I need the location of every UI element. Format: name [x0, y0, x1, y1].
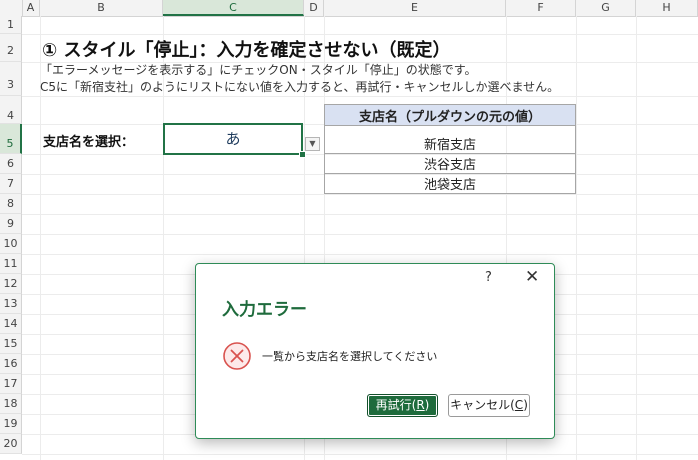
column-header-h[interactable]: H: [636, 0, 698, 16]
fill-handle[interactable]: [299, 151, 306, 158]
column-header-d[interactable]: D: [304, 0, 324, 16]
row-header-13[interactable]: 13: [0, 294, 22, 314]
row-header-19[interactable]: 19: [0, 414, 22, 434]
row-header-8[interactable]: 8: [0, 194, 22, 214]
column-header-g[interactable]: G: [576, 0, 636, 16]
retry-label: 再試行(: [375, 398, 417, 412]
list-item[interactable]: 新宿支店: [324, 125, 576, 154]
grid-line: [22, 454, 698, 455]
retry-button[interactable]: 再試行(R): [367, 394, 438, 417]
input-error-dialog: ? ✕ 入力エラー 一覧から支店名を選択してください 再試行(R) キャンセル(…: [195, 263, 555, 439]
select-all-corner[interactable]: [0, 0, 23, 16]
description-line-2: C5に「新宿支社」のようにリストにない値を入力すると、再試行・キャンセルしか選べ…: [40, 80, 560, 94]
row-header-6[interactable]: 6: [0, 154, 22, 174]
chevron-down-icon: ▼: [309, 139, 316, 148]
cancel-label-close: ): [523, 398, 528, 412]
column-header-f[interactable]: F: [506, 0, 576, 16]
row-header-17[interactable]: 17: [0, 374, 22, 394]
row-header-20[interactable]: 20: [0, 434, 22, 454]
grid-line: [22, 34, 698, 35]
help-icon[interactable]: ?: [485, 270, 492, 285]
row-header-3[interactable]: 3: [0, 62, 22, 96]
dropdown-button[interactable]: ▼: [305, 137, 320, 151]
branch-list-table: 支店名（プルダウンの元の値） 新宿支店 渋谷支店 池袋支店: [324, 104, 576, 194]
dialog-title: 入力エラー: [222, 300, 307, 320]
grid-line: [22, 254, 698, 255]
list-item[interactable]: 渋谷支店: [324, 153, 576, 174]
row-header-12[interactable]: 12: [0, 274, 22, 294]
grid-line: [22, 96, 698, 97]
list-item[interactable]: 池袋支店: [324, 173, 576, 194]
branch-input-cell[interactable]: あ: [163, 123, 303, 155]
grid-line: [22, 214, 698, 215]
column-header-e[interactable]: E: [324, 0, 506, 16]
row-header-16[interactable]: 16: [0, 354, 22, 374]
retry-accelerator-key: R: [416, 398, 425, 412]
row-header-10[interactable]: 10: [0, 234, 22, 254]
retry-label-close: ): [424, 398, 430, 412]
row-header-4[interactable]: 4: [0, 96, 22, 124]
row-header-1[interactable]: 1: [0, 16, 22, 34]
column-header-bar: A B C D E F G H: [0, 0, 698, 17]
grid-line: [22, 234, 698, 235]
row-header-14[interactable]: 14: [0, 314, 22, 334]
row-header-7[interactable]: 7: [0, 174, 22, 194]
sheet-title: ① スタイル「停止」：入力を確定させない（既定）: [42, 40, 451, 61]
row-header-5[interactable]: 5: [0, 124, 22, 154]
row-header-15[interactable]: 15: [0, 334, 22, 354]
select-branch-label: 支店名を選択：: [43, 135, 135, 150]
column-header-a[interactable]: A: [22, 0, 40, 16]
row-header-11[interactable]: 11: [0, 254, 22, 274]
description-line-1: 「エラーメッセージを表示する」にチェックON・スタイル「停止」の状態です。: [40, 63, 477, 77]
row-header-2[interactable]: 2: [0, 34, 22, 62]
column-header-c[interactable]: C: [163, 0, 304, 16]
row-header-9[interactable]: 9: [0, 214, 22, 234]
row-header-18[interactable]: 18: [0, 394, 22, 414]
close-icon[interactable]: ✕: [525, 267, 539, 287]
error-circle-x-icon: [223, 342, 251, 370]
grid-line: [22, 194, 698, 195]
list-header: 支店名（プルダウンの元の値）: [324, 104, 576, 126]
column-header-b[interactable]: B: [40, 0, 163, 16]
cancel-label: キャンセル(: [450, 398, 515, 412]
cancel-button[interactable]: キャンセル(C): [448, 394, 530, 417]
dialog-message: 一覧から支店名を選択してください: [262, 350, 438, 363]
cancel-accelerator-key: C: [514, 398, 524, 412]
